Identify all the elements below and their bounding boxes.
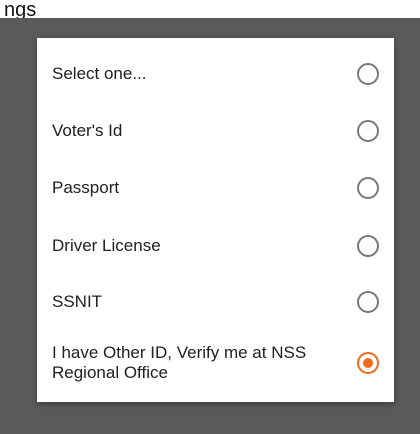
radio-button-unchecked[interactable] [357,177,379,199]
option-select-one[interactable]: Select one... [37,46,394,102]
page-title-partial: ngs [4,0,37,20]
option-label: Voter's Id [52,121,123,140]
option-driver-license[interactable]: Driver License [37,218,394,274]
screen: ngs Select one... Voter's Id Passport Dr… [0,0,420,434]
option-label: Select one... [52,64,147,83]
option-label: I have Other ID, Verify me at NSS Region… [52,343,307,382]
id-type-dialog: Select one... Voter's Id Passport Driver… [37,38,394,402]
option-label: Passport [52,178,120,197]
option-label: Driver License [52,236,161,255]
radio-button-unchecked[interactable] [357,120,379,142]
option-ssnit[interactable]: SSNIT [37,274,394,330]
option-label: SSNIT [52,292,103,311]
option-other-id[interactable]: I have Other ID, Verify me at NSS Region… [37,335,394,391]
radio-button-unchecked[interactable] [357,291,379,313]
option-passport[interactable]: Passport [37,160,394,216]
option-voters-id[interactable]: Voter's Id [37,103,394,159]
radio-button-checked[interactable] [357,352,379,374]
radio-selected-dot [363,358,373,368]
radio-button-unchecked[interactable] [357,63,379,85]
radio-button-unchecked[interactable] [357,235,379,257]
